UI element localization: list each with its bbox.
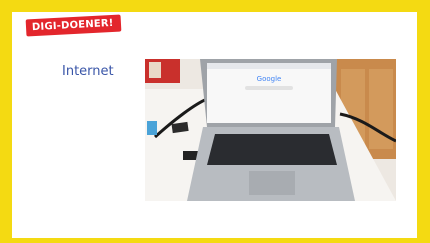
slide-heading: Internet (62, 64, 114, 79)
slide-frame: DIGI-DOENER! Internet Google (0, 0, 430, 243)
photo-trackpad (249, 171, 295, 195)
photo-laptop-screen (207, 63, 331, 123)
laptop-photo: Google (145, 59, 396, 201)
photo-search-box (245, 86, 293, 90)
laptop-photo-illustration: Google (145, 59, 396, 201)
photo-cup (147, 121, 157, 135)
photo-shelf-item (149, 62, 161, 78)
photo-browser-bar (207, 63, 331, 69)
photo-keyboard (207, 134, 337, 165)
photo-screen-logo: Google (257, 75, 282, 83)
